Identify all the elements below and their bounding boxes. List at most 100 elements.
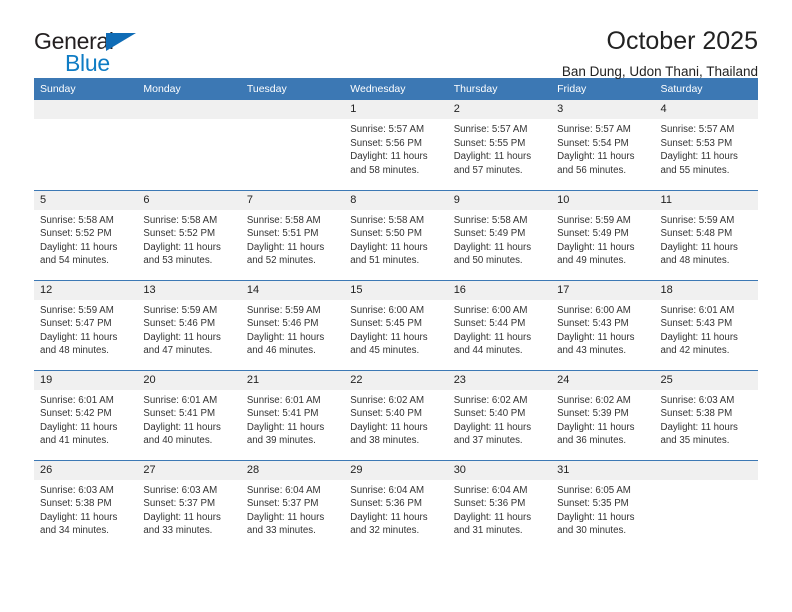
- sunrise-text: Sunrise: 5:57 AM: [557, 124, 631, 135]
- calendar-day-cell[interactable]: 19 Sunrise: 6:01 AM Sunset: 5:42 PM Dayligh…: [34, 369, 138, 460]
- calendar-day-cell[interactable]: 10 Sunrise: 5:59 AM Sunset: 5:49 PM Dayligh…: [551, 189, 655, 280]
- sunrise-text: Sunrise: 5:58 AM: [350, 214, 425, 226]
- daylight-text-line1: Daylight: 11 hours: [660, 151, 738, 163]
- daylight-text-line1: Daylight: 11 hours: [453, 421, 532, 433]
- sunrise-text: Sunrise: 6:01 AM: [660, 304, 735, 316]
- calendar-week-row: 12 Sunrise: 5:59 AM Sunset: 5:47 PM Dayligh…: [34, 279, 758, 370]
- calendar-day-cell[interactable]: 22 Sunrise: 6:02 AM Sunset: 5:40 PM Dayligh…: [344, 369, 448, 460]
- day-details: Sunrise: 6:04 AM Sunset: 5:37 PM Daylight:…: [241, 480, 344, 538]
- calendar-day-cell[interactable]: 23 Sunrise: 6:02 AM Sunset: 5:40 PM Dayligh…: [447, 369, 552, 460]
- calendar-day-cell[interactable]: 29 Sunrise: 6:04 AM Sunset: 5:36 PM Dayligh…: [344, 459, 448, 550]
- sunrise-text: Sunrise: 6:04 AM: [246, 484, 321, 496]
- daylight-text-line2: and 52 minutes.: [246, 255, 316, 267]
- calendar-day-cell[interactable]: 18 Sunrise: 6:01 AM Sunset: 5:43 PM Dayligh…: [654, 279, 758, 370]
- daylight-text-line2: and 57 minutes.: [453, 164, 523, 176]
- daylight-text-line2: and 49 minutes.: [557, 255, 627, 267]
- daylight-text-line1: Daylight: 11 hours: [453, 511, 532, 523]
- calendar-day-cell[interactable]: 1 Sunrise: 5:57 AM Sunset: 5:56 PM Daylight…: [344, 100, 448, 190]
- day-number: 22: [344, 370, 448, 390]
- day-number: 13: [137, 280, 241, 300]
- calendar-day-cell[interactable]: 4 Sunrise: 5:57 AM Sunset: 5:53 PM Daylight…: [654, 100, 758, 190]
- calendar-day-cell[interactable]: 17 Sunrise: 6:00 AM Sunset: 5:43 PM Dayligh…: [551, 279, 655, 370]
- sunset-text: Sunset: 5:40 PM: [453, 408, 526, 420]
- day-details: Sunrise: 6:01 AM Sunset: 5:42 PM Daylight:…: [34, 390, 137, 448]
- sunset-text: Sunset: 5:38 PM: [40, 498, 112, 510]
- daylight-text-line1: Daylight: 11 hours: [660, 241, 738, 253]
- day-number: 19: [34, 370, 138, 390]
- calendar-day-cell[interactable]: 7 Sunrise: 5:58 AM Sunset: 5:51 PM Daylight…: [240, 189, 345, 280]
- calendar-day-cell[interactable]: 15 Sunrise: 6:00 AM Sunset: 5:45 PM Dayligh…: [344, 279, 448, 370]
- daylight-text-line2: and 47 minutes.: [143, 345, 213, 357]
- day-details: Sunrise: 6:01 AM Sunset: 5:41 PM Daylight:…: [137, 390, 240, 448]
- day-details: Sunrise: 6:02 AM Sunset: 5:39 PM Daylight:…: [551, 390, 654, 448]
- day-details: Sunrise: 5:59 AM Sunset: 5:46 PM Daylight:…: [137, 300, 240, 358]
- day-details: Sunrise: 6:03 AM Sunset: 5:38 PM Daylight:…: [655, 390, 758, 448]
- day-number: [240, 100, 345, 119]
- calendar-day-cell[interactable]: 8 Sunrise: 5:58 AM Sunset: 5:50 PM Daylight…: [344, 189, 448, 280]
- daylight-text-line2: and 53 minutes.: [143, 255, 213, 267]
- daylight-text-line2: and 58 minutes.: [350, 164, 420, 176]
- day-number: 2: [447, 100, 552, 119]
- calendar-day-cell[interactable]: 21 Sunrise: 6:01 AM Sunset: 5:41 PM Dayligh…: [240, 369, 345, 460]
- day-number: 10: [551, 190, 655, 210]
- daylight-text-line1: Daylight: 11 hours: [350, 331, 428, 343]
- sunset-text: Sunset: 5:49 PM: [453, 228, 526, 240]
- calendar-day-cell[interactable]: 14 Sunrise: 5:59 AM Sunset: 5:46 PM Dayligh…: [240, 279, 345, 370]
- day-number: 12: [34, 280, 138, 300]
- sunrise-text: Sunrise: 6:02 AM: [453, 394, 528, 406]
- page-title: October 2025: [606, 27, 759, 55]
- calendar-day-cell[interactable]: 25 Sunrise: 6:03 AM Sunset: 5:38 PM Dayligh…: [654, 369, 758, 460]
- sunset-text: Sunset: 5:50 PM: [350, 228, 422, 240]
- blue-triangle-icon: [106, 33, 136, 51]
- calendar-day-cell[interactable]: 16 Sunrise: 6:00 AM Sunset: 5:44 PM Dayligh…: [447, 279, 552, 370]
- day-details: Sunrise: 6:05 AM Sunset: 5:35 PM Daylight:…: [551, 480, 654, 538]
- calendar-day-cell[interactable]: 11 Sunrise: 5:59 AM Sunset: 5:48 PM Dayligh…: [654, 189, 758, 280]
- daylight-text-line2: and 45 minutes.: [350, 345, 420, 357]
- calendar-day-cell[interactable]: 6 Sunrise: 5:58 AM Sunset: 5:52 PM Daylight…: [137, 189, 241, 280]
- calendar-day-cell-empty: [240, 100, 345, 190]
- sunset-text: Sunset: 5:55 PM: [453, 137, 526, 149]
- sunset-text: Sunset: 5:41 PM: [246, 408, 319, 420]
- daylight-text-line2: and 51 minutes.: [350, 255, 420, 267]
- sunrise-text: Sunrise: 5:59 AM: [660, 214, 735, 226]
- daylight-text-line1: Daylight: 11 hours: [350, 241, 428, 253]
- calendar-day-cell[interactable]: 24 Sunrise: 6:02 AM Sunset: 5:39 PM Dayligh…: [551, 369, 655, 460]
- sunrise-text: Sunrise: 6:04 AM: [350, 484, 425, 496]
- calendar-day-cell[interactable]: 12 Sunrise: 5:59 AM Sunset: 5:47 PM Dayligh…: [34, 279, 138, 370]
- calendar-day-cell[interactable]: 26 Sunrise: 6:03 AM Sunset: 5:38 PM Dayligh…: [34, 459, 138, 550]
- day-details: Sunrise: 5:58 AM Sunset: 5:52 PM Daylight:…: [137, 210, 240, 268]
- calendar-body: 1 Sunrise: 5:57 AM Sunset: 5:56 PM Daylight…: [34, 100, 758, 550]
- day-details: Sunrise: 5:57 AM Sunset: 5:56 PM Daylight:…: [344, 119, 447, 177]
- sunrise-text: Sunrise: 5:59 AM: [557, 214, 631, 226]
- calendar-day-cell[interactable]: 3 Sunrise: 5:57 AM Sunset: 5:54 PM Daylight…: [551, 100, 655, 190]
- day-number: 17: [551, 280, 655, 300]
- page-header: General Blue October 2025 Ban Dung, Udon…: [34, 0, 759, 79]
- calendar-day-cell[interactable]: 28 Sunrise: 6:04 AM Sunset: 5:37 PM Dayligh…: [240, 459, 345, 550]
- daylight-text-line1: Daylight: 11 hours: [40, 241, 118, 253]
- day-number: 16: [447, 280, 552, 300]
- daylight-text-line1: Daylight: 11 hours: [40, 331, 118, 343]
- calendar-day-cell[interactable]: 5 Sunrise: 5:58 AM Sunset: 5:52 PM Daylight…: [34, 189, 138, 280]
- calendar-day-cell[interactable]: 13 Sunrise: 5:59 AM Sunset: 5:46 PM Dayligh…: [137, 279, 241, 370]
- calendar-day-cell[interactable]: 9 Sunrise: 5:58 AM Sunset: 5:49 PM Daylight…: [447, 189, 552, 280]
- weekday-header-sunday: Sunday: [34, 78, 138, 100]
- calendar-day-cell[interactable]: 31 Sunrise: 6:05 AM Sunset: 5:35 PM Dayligh…: [551, 459, 655, 550]
- day-details: Sunrise: 6:02 AM Sunset: 5:40 PM Daylight:…: [344, 390, 447, 448]
- daylight-text-line2: and 34 minutes.: [40, 525, 109, 537]
- sunrise-text: Sunrise: 6:03 AM: [40, 484, 114, 496]
- day-details: Sunrise: 5:57 AM Sunset: 5:53 PM Daylight:…: [655, 119, 758, 177]
- day-details: Sunrise: 5:58 AM Sunset: 5:49 PM Daylight:…: [448, 210, 551, 268]
- daylight-text-line2: and 43 minutes.: [557, 345, 627, 357]
- general-blue-logo[interactable]: General Blue: [34, 26, 164, 76]
- calendar-day-cell[interactable]: 27 Sunrise: 6:03 AM Sunset: 5:37 PM Dayligh…: [137, 459, 241, 550]
- day-details: Sunrise: 5:59 AM Sunset: 5:49 PM Daylight:…: [551, 210, 654, 268]
- page-subtitle-location: Ban Dung, Udon Thani, Thailand: [561, 64, 758, 79]
- calendar-day-cell[interactable]: 20 Sunrise: 6:01 AM Sunset: 5:41 PM Dayligh…: [137, 369, 241, 460]
- day-details: Sunrise: 6:02 AM Sunset: 5:40 PM Daylight:…: [448, 390, 551, 448]
- calendar-day-cell[interactable]: 2 Sunrise: 5:57 AM Sunset: 5:55 PM Daylight…: [447, 100, 552, 190]
- calendar-day-cell[interactable]: 30 Sunrise: 6:04 AM Sunset: 5:36 PM Dayligh…: [447, 459, 552, 550]
- day-details: Sunrise: 6:04 AM Sunset: 5:36 PM Daylight:…: [448, 480, 551, 538]
- day-number: 6: [137, 190, 241, 210]
- sunrise-sunset-calendar: Sunday Monday Tuesday Wednesday Thursday…: [34, 78, 758, 550]
- calendar-page: General Blue October 2025 Ban Dung, Udon…: [0, 0, 792, 612]
